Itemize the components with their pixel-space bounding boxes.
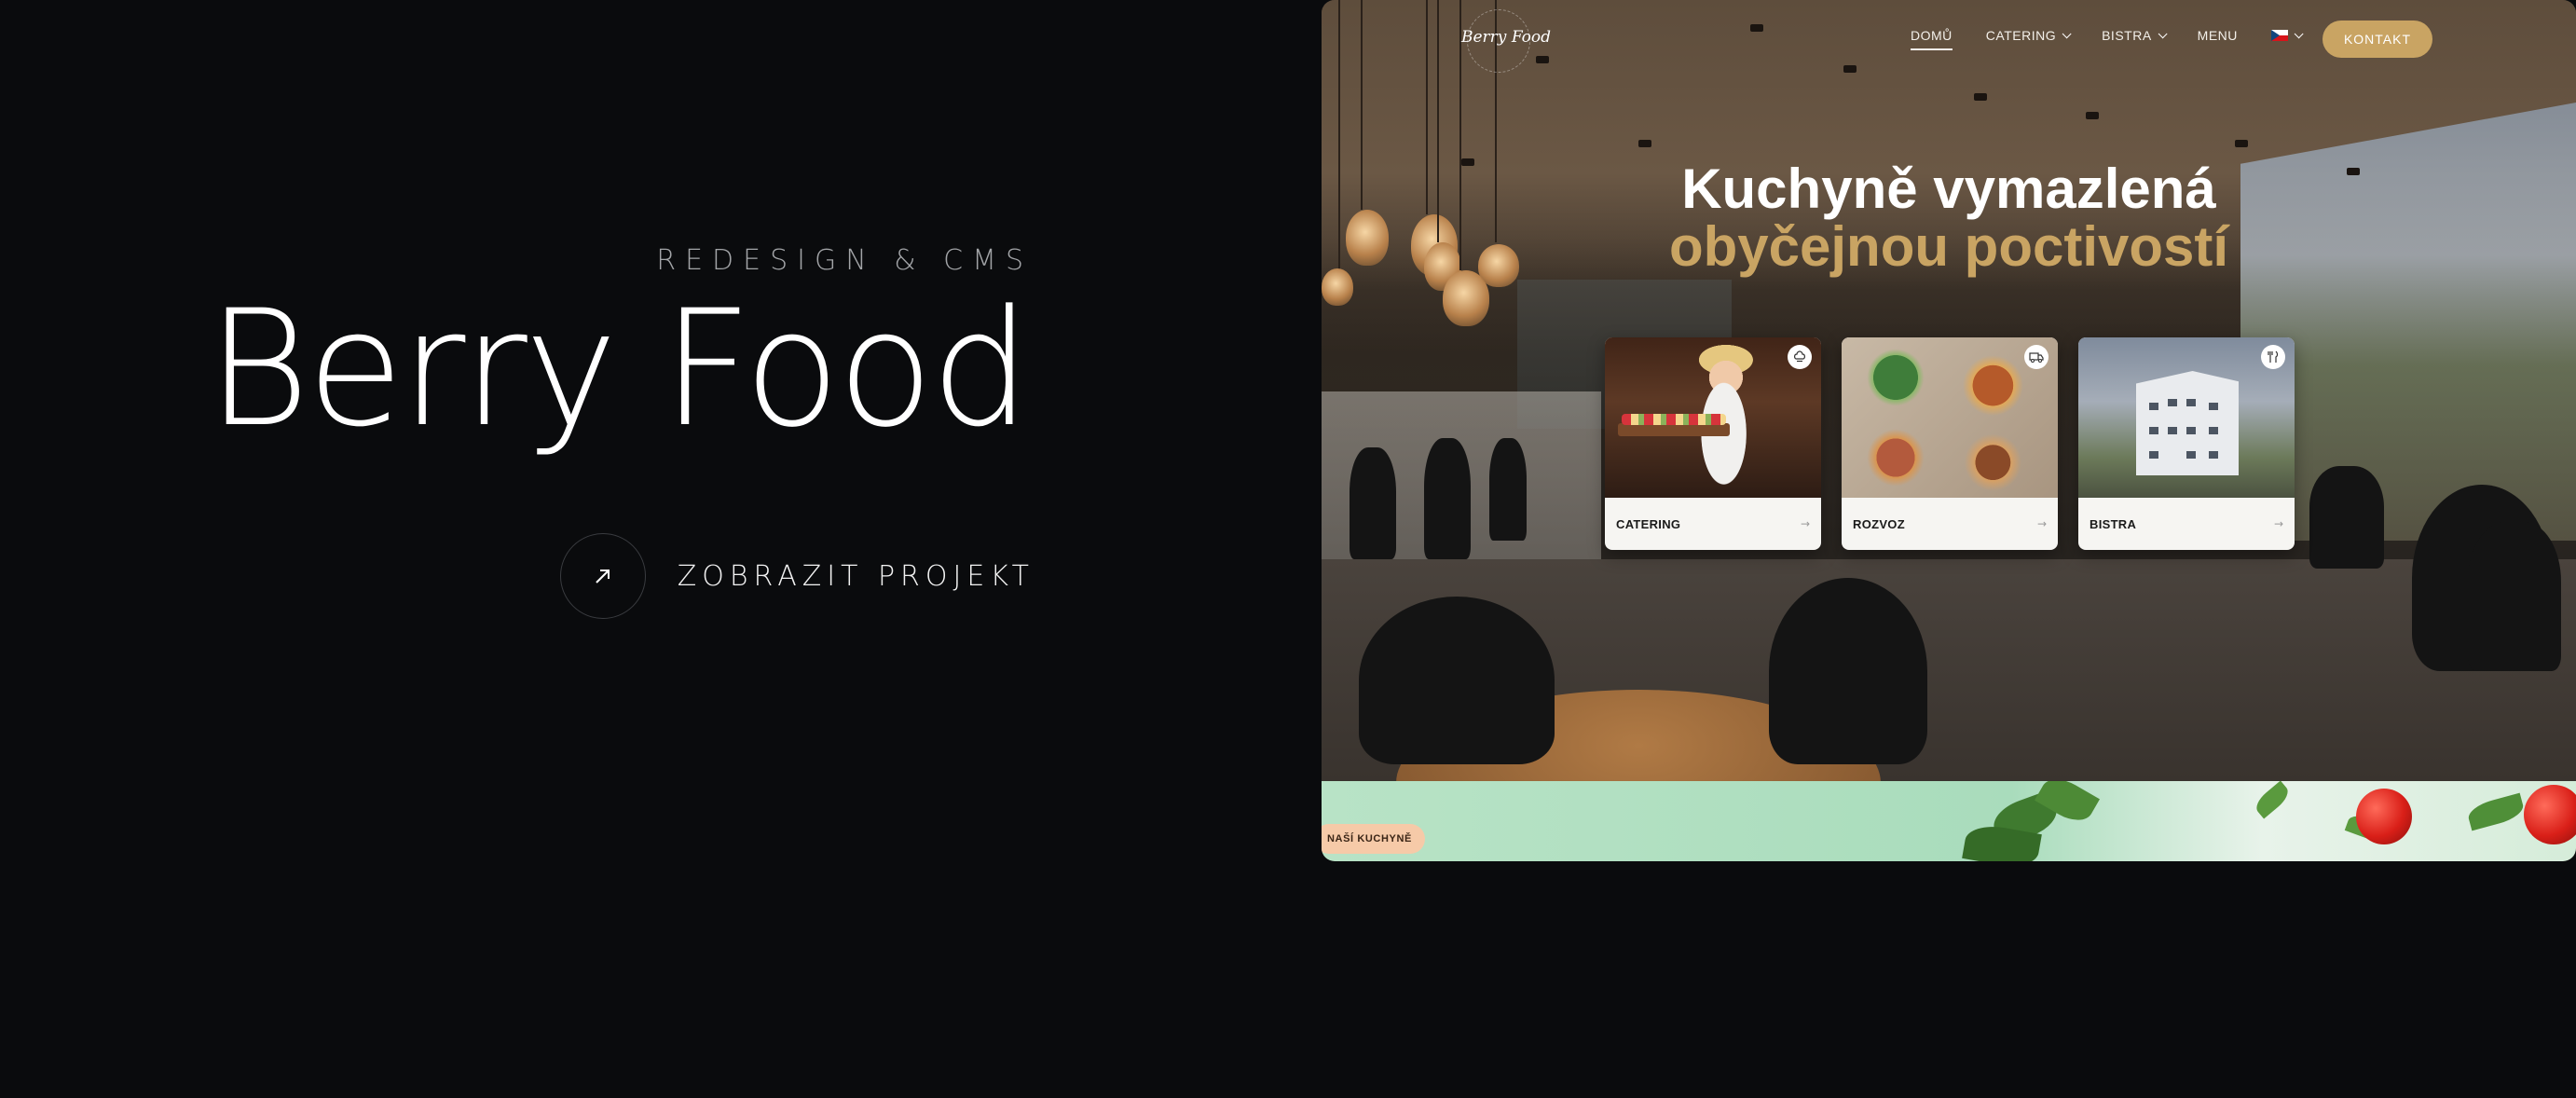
berry-food-logo[interactable]: Berry Food [1461, 9, 1552, 73]
hero-headline: Kuchyně vymazlená obyčejnou poctivostí [1322, 160, 2576, 276]
contact-button[interactable]: KONTAKT [2323, 21, 2432, 58]
nav-item-catering[interactable]: CATERING [1985, 28, 2072, 43]
catering-photo [1605, 337, 1821, 498]
view-project-label[interactable]: ZOBRAZIT PROJEKT [678, 560, 1035, 593]
card-label: ROZVOZ [1853, 516, 1905, 531]
project-eyebrow: REDESIGN & CMS [656, 244, 1033, 277]
czech-flag-icon [2270, 30, 2288, 41]
nav-item-bistra[interactable]: BISTRA [2102, 28, 2168, 43]
card-footer: CATERING → [1605, 498, 1821, 550]
chevron-down-icon [2294, 28, 2304, 38]
ceiling-spot [2235, 140, 2248, 147]
chevron-down-icon [2062, 28, 2072, 38]
ceiling-spot [1638, 140, 1651, 147]
cutlery-icon [2261, 345, 2285, 369]
bar-stool [1424, 438, 1471, 559]
website-preview: Berry Food DOMŮ CATERING BISTRA MENU KON… [1322, 0, 2576, 861]
ceiling-spot [2086, 112, 2099, 119]
nav-label: DOMŮ [1911, 28, 1953, 43]
canapes [1622, 414, 1726, 425]
language-switcher[interactable] [2270, 28, 2304, 41]
arrow-right-icon: → [2273, 517, 2283, 530]
nav-label: MENU [2197, 28, 2238, 43]
card-label: CATERING [1616, 516, 1681, 531]
logo-text: Berry Food [1461, 28, 1552, 47]
nav-label: CATERING [1985, 28, 2057, 43]
main-menu: DOMŮ CATERING BISTRA MENU [1911, 28, 2304, 50]
bar-stool [1489, 438, 1527, 541]
kitchen-section-strip: NAŠÍ KUCHYNĚ [1322, 781, 2576, 861]
arrow-right-icon: → [1800, 517, 1810, 530]
chair [2468, 522, 2561, 671]
service-cards: CATERING → ROZVOZ → BISTRA → [1605, 337, 2295, 550]
tray [1618, 423, 1730, 436]
nav-label: BISTRA [2102, 28, 2152, 43]
card-footer: ROZVOZ → [1842, 498, 2058, 550]
chair [2309, 466, 2384, 569]
card-footer: BISTRA → [2078, 498, 2295, 550]
bistra-photo [2078, 337, 2295, 498]
card-catering[interactable]: CATERING → [1605, 337, 1821, 550]
project-title: Berry Food [207, 275, 1031, 462]
site-navbar: Berry Food DOMŮ CATERING BISTRA MENU KON… [1322, 0, 2576, 78]
card-label: BISTRA [2090, 516, 2137, 531]
tomato [2524, 785, 2576, 844]
delivery-truck-icon [2024, 345, 2048, 369]
tomato [2356, 789, 2412, 844]
view-project-button[interactable]: ZOBRAZIT PROJEKT [559, 533, 1035, 619]
hero-line-1: Kuchyně vymazlená [1681, 158, 2216, 220]
nav-item-domu[interactable]: DOMŮ [1911, 28, 1953, 50]
herb-leaf [2252, 781, 2293, 819]
card-bistra[interactable]: BISTRA → [2078, 337, 2295, 550]
rozvoz-photo [1842, 337, 2058, 498]
hero-line-2: obyčejnou poctivostí [1668, 215, 2229, 278]
chair [1359, 597, 1555, 764]
bar-stool [1350, 447, 1396, 559]
nav-item-menu[interactable]: MENU [2198, 28, 2238, 43]
ceiling-spot [1974, 93, 1987, 101]
chevron-down-icon [2158, 28, 2168, 38]
card-rozvoz[interactable]: ROZVOZ → [1842, 337, 2058, 550]
arrow-right-icon: → [2036, 517, 2047, 530]
herb-leaf [2465, 792, 2527, 831]
project-intro: REDESIGN & CMS Berry Food ZOBRAZIT PROJE… [0, 0, 1322, 1098]
section-badge: NAŠÍ KUCHYNĚ [1322, 824, 1425, 854]
building [2136, 371, 2239, 475]
chef-hat-icon [1788, 345, 1812, 369]
chair [1769, 578, 1927, 764]
arrow-up-right-icon[interactable] [559, 533, 646, 619]
